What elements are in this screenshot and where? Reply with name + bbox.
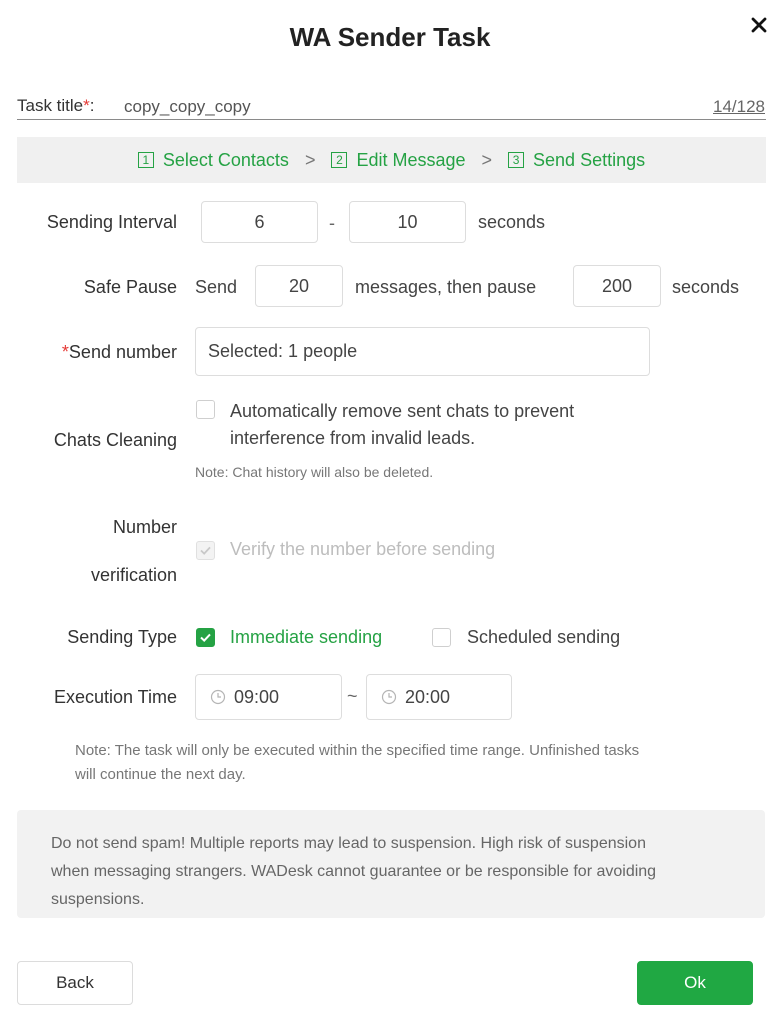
step-label-edit-message: Edit Message: [356, 149, 466, 170]
time-range-separator: ~: [347, 686, 358, 706]
number-verification-label-line2: verification: [90, 565, 177, 585]
clock-icon: [381, 689, 397, 705]
dialog-title: WA Sender Task: [289, 22, 491, 52]
sending-interval-max-input[interactable]: [349, 201, 466, 243]
interval-dash: -: [329, 213, 335, 233]
ok-button[interactable]: Ok: [637, 961, 753, 1005]
step-number-3: 3: [508, 152, 525, 168]
sending-interval-min-input[interactable]: [201, 201, 318, 243]
step-number-2: 2: [331, 152, 348, 168]
task-title-colon: :: [89, 96, 95, 115]
step-separator-1: >: [304, 149, 316, 170]
execution-time-note: Note: The task will only be executed wit…: [75, 739, 639, 787]
step-edit-message[interactable]: 2 Edit Message: [331, 149, 466, 171]
checkmark-icon: [200, 633, 211, 643]
scheduled-sending-checkbox[interactable]: [432, 628, 451, 647]
execution-time-note-line1: Note: The task will only be executed wit…: [75, 742, 640, 759]
number-verification-option: Verify the number before sending: [230, 539, 496, 559]
send-number-label: *Send number: [62, 342, 177, 363]
step-label-send-settings: Send Settings: [533, 149, 646, 170]
safe-pause-prefix: Send: [195, 277, 238, 297]
task-title-label: Task title*:: [17, 96, 95, 116]
chats-cleaning-note: Note: Chat history will also be deleted.: [195, 464, 434, 480]
spam-warning-box: Do not send spam! Multiple reports may l…: [17, 810, 765, 918]
chats-cleaning-option[interactable]: Automatically remove sent chats to preve…: [230, 398, 574, 452]
spam-warning-line3: suspensions.: [51, 891, 145, 908]
execution-end-time-value: 20:00: [405, 686, 451, 707]
step-number-1: 1: [137, 152, 154, 168]
chats-cleaning-label: Chats Cleaning: [53, 430, 177, 450]
task-title-input[interactable]: [124, 94, 684, 118]
task-title-counter: 14/128: [713, 97, 765, 116]
spam-warning-line2: when messaging strangers. WADesk cannot …: [51, 863, 657, 880]
send-number-field[interactable]: Selected: 1 people: [195, 327, 650, 376]
safe-pause-unit: seconds: [672, 277, 740, 297]
number-verification-checkbox: [196, 541, 215, 560]
step-select-contacts[interactable]: 1 Select Contacts: [137, 149, 289, 171]
send-number-label-text: Send number: [68, 342, 177, 362]
safe-pause-label: Safe Pause: [83, 277, 177, 297]
step-send-settings[interactable]: 3 Send Settings: [508, 150, 645, 171]
sending-type-label: Sending Type: [67, 627, 177, 647]
safe-pause-middle: messages, then pause: [355, 277, 537, 297]
number-verification-label-line1: Number: [112, 517, 177, 537]
required-mark: *: [83, 96, 90, 115]
scheduled-sending-label[interactable]: Scheduled sending: [467, 627, 620, 648]
close-icon: [751, 17, 767, 33]
execution-time-note-line2: will continue the next day.: [75, 766, 246, 783]
checkmark-icon: [200, 546, 211, 555]
back-button[interactable]: Back: [17, 961, 133, 1005]
steps-bar: 1 Select Contacts > 2 Edit Message > 3 S…: [17, 137, 766, 183]
chats-cleaning-option-line2: interference from invalid leads.: [230, 428, 476, 448]
safe-pause-seconds-input[interactable]: [573, 265, 661, 307]
step-separator-2: >: [481, 149, 493, 170]
chats-cleaning-option-line1: Automatically remove sent chats to preve…: [230, 401, 575, 421]
task-title-row: Task title*: 14/128: [17, 94, 766, 120]
execution-start-time-picker[interactable]: 09:00: [195, 674, 342, 720]
spam-warning-line1: Do not send spam! Multiple reports may l…: [51, 835, 646, 852]
step-label-select-contacts: Select Contacts: [162, 149, 289, 170]
sending-interval-label: Sending Interval: [46, 212, 177, 232]
close-button[interactable]: [746, 12, 772, 38]
interval-unit: seconds: [478, 212, 546, 232]
execution-start-time-value: 09:00: [234, 686, 280, 707]
immediate-sending-label[interactable]: Immediate sending: [230, 627, 382, 648]
execution-time-label: Execution Time: [53, 687, 177, 707]
execution-end-time-picker[interactable]: 20:00: [366, 674, 512, 720]
required-mark: *: [61, 342, 69, 362]
safe-pause-messages-input[interactable]: [255, 265, 343, 307]
clock-icon: [210, 689, 226, 705]
chats-cleaning-checkbox[interactable]: [196, 400, 215, 419]
task-title-label-text: Task title: [17, 96, 84, 115]
immediate-sending-checkbox[interactable]: [196, 628, 215, 647]
